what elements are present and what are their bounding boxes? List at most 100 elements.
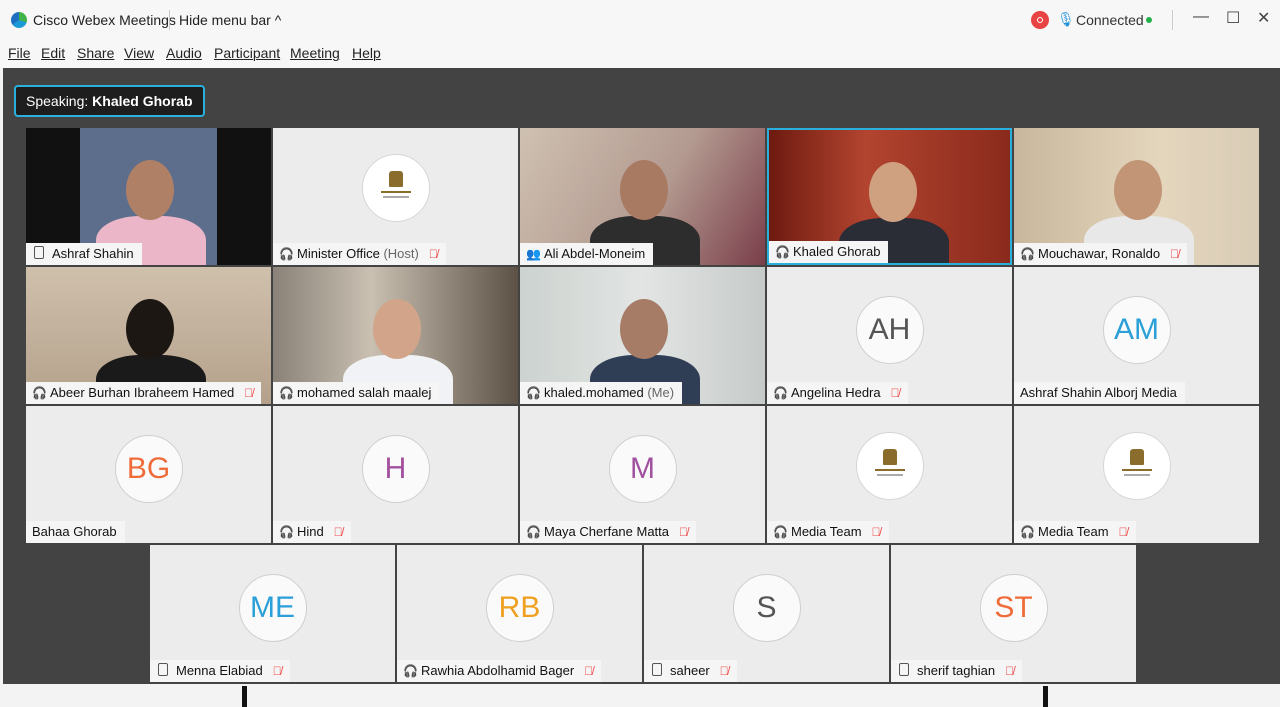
participant-label: 🎧 Rawhia Abdolhamid Bager 🎙̸	[397, 660, 602, 682]
menu-share[interactable]: Share	[77, 45, 114, 61]
headset-icon: 🎧	[775, 245, 790, 259]
muted-mic-icon: 🎙̸	[584, 664, 594, 678]
participant-label: 🎧 khaled.mohamed (Me)	[520, 382, 683, 404]
phone-icon	[652, 663, 662, 676]
participant-label: sherif taghian 🎙̸	[891, 660, 1023, 682]
headset-icon: 🎧	[773, 386, 788, 400]
participant-label: 🎧 Media Team 🎙̸	[767, 521, 889, 543]
participant-name: Mouchawar, Ronaldo	[1038, 246, 1161, 261]
speaking-name: Khaled Ghorab	[92, 93, 193, 109]
participant-name: sherif taghian	[917, 663, 996, 678]
menu-help[interactable]: Help	[352, 45, 381, 61]
participant-label: 🎧 Khaled Ghorab	[769, 241, 889, 263]
recording-icon[interactable]	[1031, 11, 1049, 29]
participant-label: Ashraf Shahin Alborj Media	[1014, 382, 1185, 404]
person-head	[126, 160, 174, 220]
headset-icon: 🎧	[279, 386, 294, 400]
maximize-button[interactable]: ☐	[1226, 8, 1240, 28]
avatar-initials: ST	[979, 574, 1048, 643]
avatar-initials: ME	[238, 574, 307, 643]
avatar-initials: AH	[855, 296, 924, 365]
participant-tile[interactable]: 🎧 khaled.mohamed (Me)	[520, 267, 765, 404]
menu-bar: File Edit Share View Audio Participant M…	[0, 40, 1280, 68]
headset-icon: 🎧	[1020, 247, 1035, 261]
participant-label: 🎧 Hind 🎙̸	[273, 521, 351, 543]
participant-tile[interactable]: AH 🎧 Angelina Hedra 🎙̸	[767, 267, 1012, 404]
title-bar: Cisco Webex Meetings Hide menu bar ^ 🎙 C…	[0, 0, 1280, 40]
speaking-indicator: Speaking: Khaled Ghorab	[14, 85, 205, 117]
person-head	[620, 299, 668, 359]
participant-label: 🎧 Abeer Burhan Ibraheem Hamed 🎙̸	[26, 382, 262, 404]
participant-tile[interactable]: M 🎧 Maya Cherfane Matta 🎙̸	[520, 406, 765, 543]
divider	[169, 10, 170, 30]
menu-edit[interactable]: Edit	[41, 45, 65, 61]
ministry-emblem-icon	[855, 432, 924, 501]
muted-mic-icon: 🎙̸	[272, 664, 282, 678]
participant-tile[interactable]: 🎧 Media Team 🎙̸	[767, 406, 1012, 543]
participant-tile[interactable]: ST sherif taghian 🎙̸	[891, 545, 1136, 682]
participant-name: Media Team	[1038, 524, 1109, 539]
participant-name: Maya Cherfane Matta	[544, 524, 670, 539]
participant-label: 🎧 Media Team 🎙̸	[1014, 521, 1136, 543]
phone-icon	[899, 663, 909, 676]
minimize-button[interactable]: —	[1193, 8, 1209, 26]
participant-tile[interactable]: 🎧 Media Team 🎙̸	[1014, 406, 1259, 543]
muted-mic-icon: 🎙̸	[871, 525, 881, 539]
menu-audio[interactable]: Audio	[166, 45, 202, 61]
participant-name: Ashraf Shahin	[52, 246, 134, 261]
avatar-initials: AM	[1102, 296, 1171, 365]
connected-indicator-icon	[1146, 17, 1152, 23]
participant-label: 👥 Ali Abdel-Moneim	[520, 243, 654, 265]
participant-tile[interactable]: Ssaheer 🎙̸	[644, 545, 889, 682]
participant-tile[interactable]: BG Bahaa Ghorab	[26, 406, 271, 543]
muted-mic-icon: 🎙̸	[1118, 525, 1128, 539]
participant-tile[interactable]: 🎧 Abeer Burhan Ibraheem Hamed 🎙̸	[26, 267, 271, 404]
participant-tile[interactable]: 👥 Ali Abdel-Moneim	[520, 128, 765, 265]
muted-mic-icon: 🎙̸	[333, 525, 343, 539]
participant-name: Ali Abdel-Moneim	[544, 246, 646, 261]
participant-tile[interactable]: 🎧 Khaled Ghorab	[767, 128, 1012, 265]
participant-tile[interactable]: 🎧 Minister Office (Host) 🎙̸	[273, 128, 518, 265]
participant-label: saheer 🎙̸	[644, 660, 737, 682]
participant-name: Rawhia Abdolhamid Bager	[421, 663, 575, 678]
connection-status: Connected	[1076, 12, 1144, 28]
muted-mic-icon: 🎙̸	[890, 386, 900, 400]
menu-participant[interactable]: Participant	[214, 45, 280, 61]
participant-name: Angelina Hedra	[791, 385, 881, 400]
participant-tile[interactable]: 🎧 mohamed salah maalej	[273, 267, 518, 404]
phone-icon	[34, 246, 44, 259]
headset-icon: 🎧	[1020, 525, 1035, 539]
menu-meeting[interactable]: Meeting	[290, 45, 340, 61]
muted-mic-icon: 🎙̸	[1005, 664, 1015, 678]
participant-label: Menna Elabiad 🎙̸	[150, 660, 290, 682]
participant-tile[interactable]: RB 🎧 Rawhia Abdolhamid Bager 🎙̸	[397, 545, 642, 682]
participant-name: Bahaa Ghorab	[32, 524, 117, 539]
headset-icon: 🎧	[526, 525, 541, 539]
headset-icon: 🎧	[279, 247, 294, 261]
participant-tile[interactable]: H 🎧 Hind 🎙̸	[273, 406, 518, 543]
headset-icon: 🎧	[403, 664, 418, 678]
hide-menu-bar-button[interactable]: Hide menu bar ^	[179, 12, 281, 28]
ministry-emblem-icon	[1102, 432, 1171, 501]
person-head	[620, 160, 668, 220]
participant-tile[interactable]: AM Ashraf Shahin Alborj Media	[1014, 267, 1259, 404]
headset-icon: 🎧	[279, 525, 294, 539]
participant-name: Minister Office	[297, 246, 380, 261]
avatar-initials: RB	[485, 574, 554, 643]
menu-file[interactable]: File	[8, 45, 31, 61]
window-edge	[1043, 686, 1048, 707]
participant-label: 🎧 Mouchawar, Ronaldo 🎙̸	[1014, 243, 1188, 265]
participant-label: 🎧 mohamed salah maalej	[273, 382, 440, 404]
participant-tile[interactable]: ME Menna Elabiad 🎙̸	[150, 545, 395, 682]
muted-mic-icon: 🎙̸	[1170, 247, 1180, 261]
participant-tile[interactable]: Ashraf Shahin	[26, 128, 271, 265]
person-head	[1114, 160, 1162, 220]
participant-name: mohamed salah maalej	[297, 385, 432, 400]
menu-view[interactable]: View	[124, 45, 154, 61]
headset-icon: 🎧	[32, 386, 47, 400]
webex-logo-icon	[11, 12, 27, 28]
participant-tile[interactable]: 🎧 Mouchawar, Ronaldo 🎙̸	[1014, 128, 1259, 265]
close-button[interactable]: ✕	[1257, 8, 1270, 28]
participant-label: 🎧 Angelina Hedra 🎙̸	[767, 382, 908, 404]
headset-icon: 🎧	[526, 386, 541, 400]
